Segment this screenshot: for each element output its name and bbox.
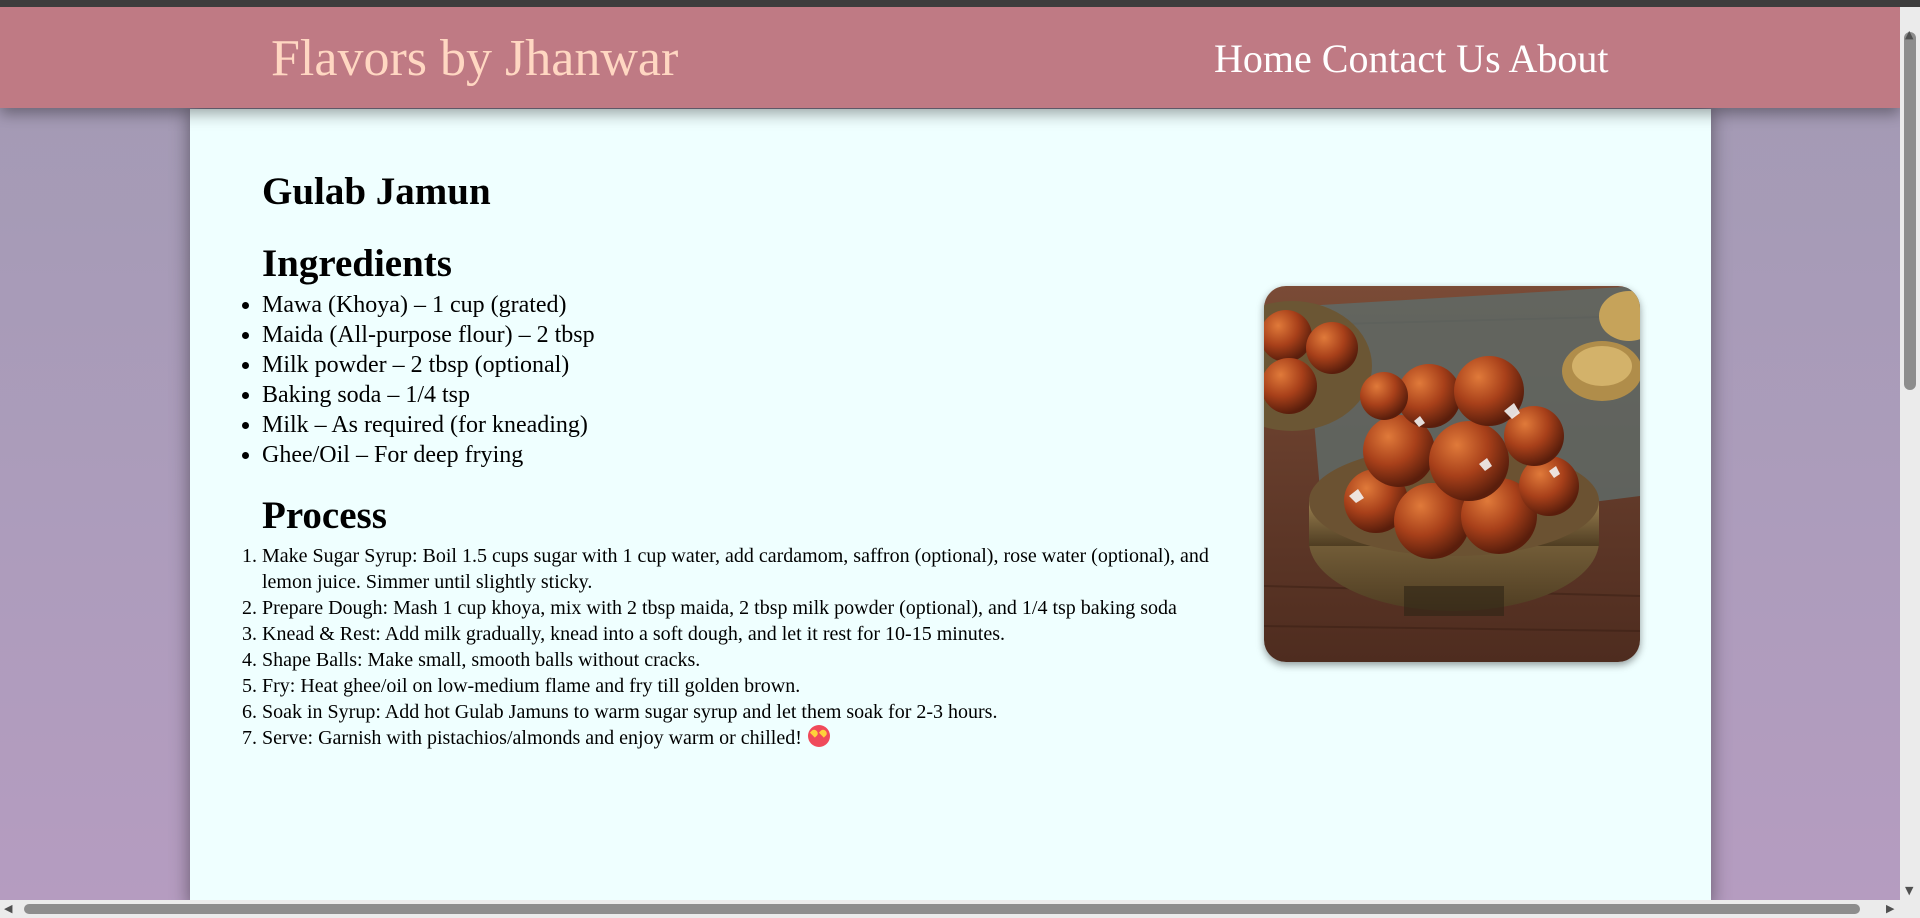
process-step: Prepare Dough: Mash 1 cup khoya, mix wit… <box>262 595 1262 621</box>
scroll-up-arrow-icon[interactable]: ▲ <box>1905 28 1913 41</box>
process-steps-list: Make Sugar Syrup: Boil 1.5 cups sugar wi… <box>262 543 1262 751</box>
nav-home-link[interactable]: Home <box>1214 36 1312 81</box>
scroll-down-arrow-icon[interactable]: ▼ <box>1905 884 1913 897</box>
gulab-jamun-image <box>1264 286 1640 662</box>
horizontal-scrollbar-thumb[interactable] <box>24 904 1860 914</box>
process-step-text: Prepare Dough: Mash 1 cup khoya, mix wit… <box>262 597 1177 619</box>
process-step-text: Serve: Garnish with pistachios/almonds a… <box>262 727 802 749</box>
nav-about-link[interactable]: About <box>1508 36 1608 81</box>
process-step-text: Soak in Syrup: Add hot Gulab Jamuns to w… <box>262 701 998 723</box>
process-step-text: Knead & Rest: Add milk gradually, knead … <box>262 623 1006 645</box>
ingredient-item: Maida (All-purpose flour) – 2 tbsp <box>262 320 1162 350</box>
heart-eyes-emoji-icon <box>807 725 830 747</box>
site-brand: Flavors by Jhanwar <box>271 30 679 87</box>
process-step-text: Fry: Heat ghee/oil on low-medium flame a… <box>262 675 801 697</box>
recipe-card: Gulab Jamun Ingredients Mawa (Khoya) – 1… <box>190 109 1711 900</box>
ingredient-item: Milk – As required (for kneading) <box>262 410 1162 440</box>
ingredient-item: Milk powder – 2 tbsp (optional) <box>262 350 1162 380</box>
page-viewport: Flavors by Jhanwar Home Contact Us About… <box>0 7 1900 900</box>
process-heading: Process <box>262 494 387 537</box>
site-header: Flavors by Jhanwar Home Contact Us About <box>0 7 1900 108</box>
scroll-left-arrow-icon[interactable]: ◀ <box>4 902 12 915</box>
ingredient-item: Ghee/Oil – For deep frying <box>262 440 1162 470</box>
ingredients-heading: Ingredients <box>262 242 452 285</box>
gulab-jamun-photo <box>1264 286 1640 662</box>
process-step: Shape Balls: Make small, smooth balls wi… <box>262 647 1262 673</box>
process-step: Knead & Rest: Add milk gradually, knead … <box>262 621 1262 647</box>
process-step: Soak in Syrup: Add hot Gulab Jamuns to w… <box>262 699 1262 725</box>
ingredient-item: Baking soda – 1/4 tsp <box>262 380 1162 410</box>
process-step: Serve: Garnish with pistachios/almonds a… <box>262 725 1262 751</box>
vertical-scrollbar-thumb[interactable] <box>1904 32 1916 390</box>
process-step-text: Make Sugar Syrup: Boil 1.5 cups sugar wi… <box>262 545 1209 593</box>
scroll-right-arrow-icon[interactable]: ▶ <box>1886 902 1894 915</box>
process-step: Make Sugar Syrup: Boil 1.5 cups sugar wi… <box>262 543 1262 595</box>
recipe-title: Gulab Jamun <box>262 170 491 213</box>
nav-contact-link[interactable]: Contact Us <box>1322 36 1501 81</box>
window-top-border <box>0 0 1920 7</box>
process-step: Fry: Heat ghee/oil on low-medium flame a… <box>262 673 1262 699</box>
main-nav: Home Contact Us About <box>1214 35 1608 82</box>
ingredient-item: Mawa (Khoya) – 1 cup (grated) <box>262 290 1162 320</box>
process-step-text: Shape Balls: Make small, smooth balls wi… <box>262 649 701 671</box>
ingredients-list: Mawa (Khoya) – 1 cup (grated) Maida (All… <box>262 290 1162 470</box>
